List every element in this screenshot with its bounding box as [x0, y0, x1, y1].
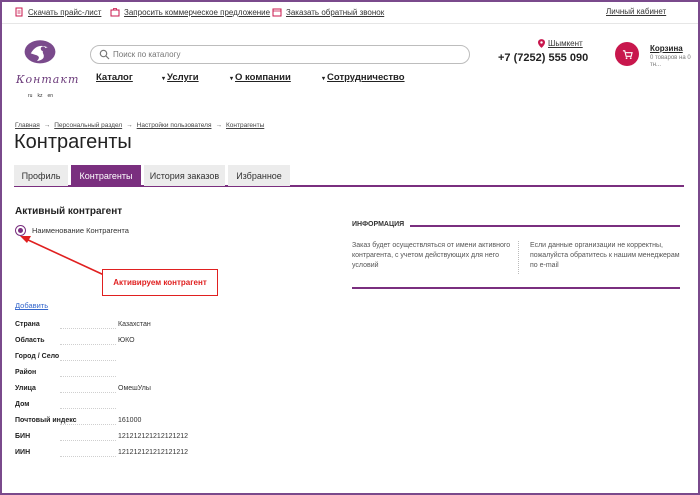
download-price-link[interactable]: Скачать прайс-лист	[14, 7, 101, 17]
property-row: Район	[15, 369, 315, 381]
tab-counterparties[interactable]: Контрагенты	[71, 165, 141, 186]
chevron-down-icon: ▾	[230, 76, 234, 82]
logo-icon	[24, 40, 56, 64]
section-title: Активный контрагент	[15, 206, 123, 217]
property-row: ИИН 121212121212121212	[15, 449, 189, 457]
info-divider-top	[410, 225, 680, 227]
account-link[interactable]: Личный кабинет	[606, 7, 666, 16]
breadcrumb-separator: →	[126, 122, 133, 129]
search-input[interactable]	[113, 48, 453, 61]
property-row: Страна Казахстан	[15, 321, 151, 329]
property-row: Почтовый индекс 161000	[15, 417, 142, 425]
tab-bar: Профиль Контрагенты История заказов Избр…	[14, 165, 684, 187]
tab-profile[interactable]: Профиль	[14, 165, 68, 186]
nav-cooperation[interactable]: ▾ Сотрудничество	[322, 72, 405, 83]
chevron-down-icon: ▾	[162, 76, 166, 82]
breadcrumb-separator: →	[43, 122, 51, 129]
logo-wordmark: Контакт	[16, 73, 80, 86]
info-column-divider	[518, 241, 519, 274]
breadcrumb-personal[interactable]: Персональный раздел	[54, 122, 122, 129]
briefcase-icon	[110, 8, 120, 17]
cart-summary: 0 товаров на 0 тн...	[650, 55, 691, 68]
info-divider-bottom	[352, 287, 680, 289]
document-icon	[15, 7, 23, 17]
lang-ru[interactable]: ru	[28, 93, 32, 99]
chevron-down-icon: ▾	[322, 76, 326, 82]
callback-label: Заказать обратный звонок	[286, 7, 385, 17]
property-row: Область ЮКО	[15, 337, 135, 345]
callback-link[interactable]: Заказать обратный звонок	[272, 7, 384, 17]
city-selector[interactable]: Шымкент	[538, 39, 583, 48]
counterparty-option[interactable]: Наименование Контрагента	[15, 225, 129, 236]
breadcrumb-settings[interactable]: Настройки пользователя	[137, 122, 212, 129]
language-switcher: ru kz en	[28, 93, 53, 99]
page-title: Контрагенты	[14, 131, 132, 153]
info-left-text: Заказ будет осуществляться от имени акти…	[352, 242, 511, 269]
tab-favorites[interactable]: Избранное	[228, 165, 290, 186]
commercial-offer-label: Запросить коммерческое предложение	[124, 7, 271, 17]
breadcrumb-home[interactable]: Главная	[15, 122, 40, 129]
commercial-offer-link[interactable]: Запросить коммерческое предложение	[110, 7, 270, 17]
tab-order-history[interactable]: История заказов	[144, 165, 225, 186]
annotation-callout: Активируем контрагент	[102, 269, 218, 296]
calendar-icon	[272, 8, 282, 17]
location-pin-icon	[538, 39, 545, 48]
breadcrumb-counterparties[interactable]: Контрагенты	[226, 122, 264, 129]
lang-en[interactable]: en	[47, 93, 53, 99]
property-row: Город / Село	[15, 353, 315, 365]
property-row: Улица ОмешУлы	[15, 385, 151, 393]
top-bar: Скачать прайс-лист Запросить коммерческо…	[2, 2, 698, 24]
nav-about[interactable]: ▾ О компании	[230, 72, 291, 83]
search-box	[90, 45, 470, 64]
cart-icon	[622, 49, 633, 59]
radio-dot	[18, 228, 23, 233]
property-row: Дом	[15, 401, 315, 413]
counterparty-name: Наименование Контрагента	[32, 226, 129, 235]
account-label: Личный кабинет	[606, 7, 667, 16]
cart-title[interactable]: Корзина	[650, 44, 683, 53]
info-right-text: Если данные организации не корректны, по…	[530, 242, 680, 269]
counterparty-radio[interactable]	[15, 225, 26, 236]
nav-services[interactable]: ▾ Услуги	[162, 72, 199, 83]
download-price-label: Скачать прайс-лист	[28, 7, 102, 17]
lang-kz[interactable]: kz	[37, 93, 42, 99]
info-title: ИНФОРМАЦИЯ	[352, 221, 405, 228]
city-label: Шымкент	[548, 39, 583, 48]
nav-catalog[interactable]: Каталог	[96, 72, 133, 83]
property-row: БИН 121212121212121212	[15, 433, 189, 441]
cart-button[interactable]	[615, 42, 639, 66]
add-counterparty-link[interactable]: Добавить	[15, 301, 48, 310]
phone-number[interactable]: +7 (7252) 555 090	[498, 52, 588, 64]
breadcrumb: Главная → Персональный раздел → Настройк…	[15, 122, 264, 129]
breadcrumb-separator: →	[215, 122, 223, 129]
search-icon[interactable]	[99, 49, 110, 60]
